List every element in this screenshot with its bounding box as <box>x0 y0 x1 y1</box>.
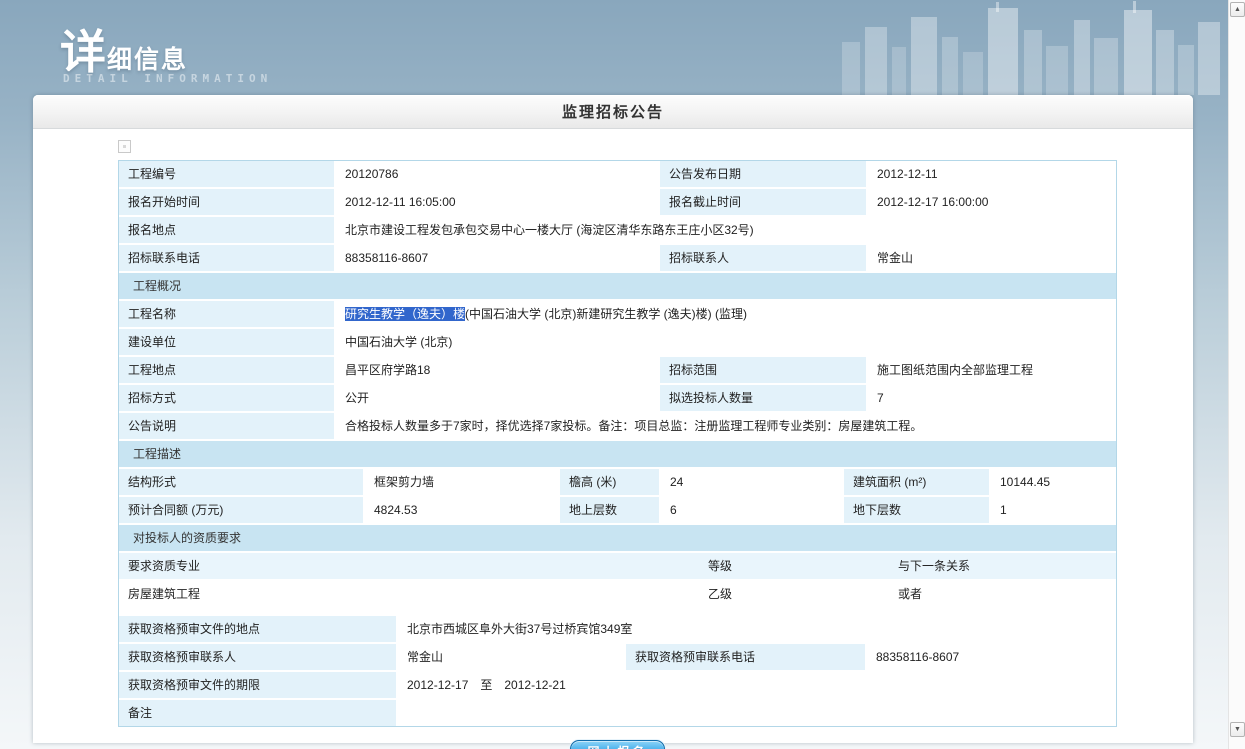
label-remarks: 备注 <box>119 700 396 726</box>
value-floor-area: 10144.45 <box>991 469 1116 495</box>
selected-text: 研究生教学（逸夫）楼 <box>345 307 465 321</box>
table-row: 建设单位 中国石油大学 (北京) <box>119 329 1116 355</box>
value-signup-deadline: 2012-12-17 16:00:00 <box>868 189 1116 215</box>
table-row: 工程地点 昌平区府学路18 招标范围 施工图纸范围内全部监理工程 <box>119 357 1116 383</box>
table-row: 报名地点 北京市建设工程发包承包交易中心一楼大厅 (海淀区清华东路东王庄小区32… <box>119 217 1116 243</box>
column-header-grade: 等级 <box>699 553 889 579</box>
value-floors-below: 1 <box>991 497 1116 523</box>
section-header-overview: 工程概况 <box>119 273 1116 299</box>
table-row: 公告说明 合格投标人数量多于7家时，择优选择7家投标。备注：项目总监：注册监理工… <box>119 413 1116 439</box>
value-tender-method: 公开 <box>336 385 658 411</box>
value-project-location: 昌平区府学路18 <box>336 357 658 383</box>
broken-image-placeholder-icon <box>118 140 131 153</box>
content-card: 监理招标公告 工程编号 20120786 公告发布日期 2012-12-11 报… <box>33 95 1193 743</box>
value-qualification-specialty: 房屋建筑工程 <box>119 581 699 607</box>
label-publish-date: 公告发布日期 <box>660 161 866 187</box>
table-row: 备注 <box>119 700 1116 726</box>
city-skyline-graphic <box>838 0 1228 95</box>
value-structure-type: 框架剪力墙 <box>365 469 558 495</box>
value-prequal-doc-location: 北京市西城区阜外大街37号过桥宾馆349室 <box>398 616 1116 642</box>
table-row: 报名开始时间 2012-12-11 16:05:00 报名截止时间 2012-1… <box>119 189 1116 215</box>
value-prequal-period: 2012-12-17 至 2012-12-21 <box>398 672 1116 698</box>
value-prequal-phone: 88358116-8607 <box>867 644 1116 670</box>
table-row: 预计合同额 (万元) 4824.53 地上层数 6 地下层数 1 <box>119 497 1116 523</box>
row-spacer <box>119 609 1116 616</box>
value-signup-location: 北京市建设工程发包承包交易中心一楼大厅 (海淀区清华东路东王庄小区32号) <box>336 217 1116 243</box>
label-signup-location: 报名地点 <box>119 217 334 243</box>
value-tender-contact: 常金山 <box>868 245 1116 271</box>
chevron-up-icon: ▲ <box>1234 6 1241 13</box>
label-tender-method: 招标方式 <box>119 385 334 411</box>
label-project-name: 工程名称 <box>119 301 334 327</box>
value-bidder-count: 7 <box>868 385 1116 411</box>
label-contract-amount: 预计合同额 (万元) <box>119 497 363 523</box>
label-eave-height: 檐高 (米) <box>560 469 659 495</box>
label-structure-type: 结构形式 <box>119 469 363 495</box>
label-project-number: 工程编号 <box>119 161 334 187</box>
page-header: 详细信息 DETAIL INFORMATION <box>0 0 1228 95</box>
value-floors-above: 6 <box>661 497 842 523</box>
button-area: 网上报名 <box>118 740 1117 749</box>
value-project-name: 研究生教学（逸夫）楼(中国石油大学 (北京)新建研究生教学 (逸夫)楼) (监理… <box>336 301 1116 327</box>
value-project-number: 20120786 <box>336 161 658 187</box>
value-relation: 或者 <box>889 581 1116 607</box>
scrollbar-up-button[interactable]: ▲ <box>1230 2 1245 17</box>
page-background: { "header": { "title_big": "详", "title_s… <box>0 0 1245 749</box>
label-tender-contact: 招标联系人 <box>660 245 866 271</box>
table-row: 获取资格预审文件的地点 北京市西城区阜外大街37号过桥宾馆349室 <box>119 616 1116 642</box>
label-bidder-count: 拟选投标人数量 <box>660 385 866 411</box>
section-header-description: 工程描述 <box>119 441 1116 467</box>
logo-text-big: 详 <box>60 26 107 78</box>
label-project-location: 工程地点 <box>119 357 334 383</box>
label-prequal-doc-location: 获取资格预审文件的地点 <box>119 616 396 642</box>
table-row: 工程名称 研究生教学（逸夫）楼(中国石油大学 (北京)新建研究生教学 (逸夫)楼… <box>119 301 1116 327</box>
label-tender-phone: 招标联系电话 <box>119 245 334 271</box>
column-header-qualification-specialty: 要求资质专业 <box>119 553 699 579</box>
value-contract-amount: 4824.53 <box>365 497 558 523</box>
scrollbar[interactable]: ▲ ▼ <box>1228 0 1245 749</box>
detail-table: 工程编号 20120786 公告发布日期 2012-12-11 报名开始时间 2… <box>118 160 1117 727</box>
value-remarks <box>398 700 1116 726</box>
label-floors-below: 地下层数 <box>844 497 989 523</box>
value-publish-date: 2012-12-11 <box>868 161 1116 187</box>
value-announcement-note: 合格投标人数量多于7家时，择优选择7家投标。备注：项目总监：注册监理工程师专业类… <box>336 413 1116 439</box>
label-prequal-phone: 获取资格预审联系电话 <box>626 644 865 670</box>
label-signup-start: 报名开始时间 <box>119 189 334 215</box>
label-signup-deadline: 报名截止时间 <box>660 189 866 215</box>
label-prequal-period: 获取资格预审文件的期限 <box>119 672 396 698</box>
table-row: 工程编号 20120786 公告发布日期 2012-12-11 <box>119 161 1116 187</box>
label-floors-above: 地上层数 <box>560 497 659 523</box>
label-floor-area: 建筑面积 (m²) <box>844 469 989 495</box>
label-prequal-contact: 获取资格预审联系人 <box>119 644 396 670</box>
value-signup-start: 2012-12-11 16:05:00 <box>336 189 658 215</box>
table-row: 招标联系电话 88358116-8607 招标联系人 常金山 <box>119 245 1116 271</box>
value-grade: 乙级 <box>699 581 889 607</box>
page-title: 监理招标公告 <box>562 101 664 122</box>
value-eave-height: 24 <box>661 469 842 495</box>
table-row: 招标方式 公开 拟选投标人数量 7 <box>119 385 1116 411</box>
value-tender-phone: 88358116-8607 <box>336 245 658 271</box>
logo-text-small: 细信息 <box>107 46 188 74</box>
column-header-relation: 与下一条关系 <box>889 553 1116 579</box>
label-announcement-note: 公告说明 <box>119 413 334 439</box>
page-title-bar: 监理招标公告 <box>33 95 1193 129</box>
online-registration-button[interactable]: 网上报名 <box>570 740 664 749</box>
value-tender-scope: 施工图纸范围内全部监理工程 <box>868 357 1116 383</box>
scrollbar-down-button[interactable]: ▼ <box>1230 722 1245 737</box>
qualification-header-row: 要求资质专业 等级 与下一条关系 <box>119 553 1116 579</box>
table-row: 获取资格预审联系人 常金山 获取资格预审联系电话 88358116-8607 <box>119 644 1116 670</box>
logo-subtitle: DETAIL INFORMATION <box>63 72 272 85</box>
table-row: 结构形式 框架剪力墙 檐高 (米) 24 建筑面积 (m²) 10144.45 <box>119 469 1116 495</box>
card-body: 工程编号 20120786 公告发布日期 2012-12-11 报名开始时间 2… <box>33 129 1193 749</box>
table-row: 获取资格预审文件的期限 2012-12-17 至 2012-12-21 <box>119 672 1116 698</box>
value-construction-unit: 中国石油大学 (北京) <box>336 329 1116 355</box>
qualification-data-row: 房屋建筑工程 乙级 或者 <box>119 581 1116 607</box>
project-name-rest: (中国石油大学 (北京)新建研究生教学 (逸夫)楼) (监理) <box>465 307 747 321</box>
section-header-qualification: 对投标人的资质要求 <box>119 525 1116 551</box>
label-tender-scope: 招标范围 <box>660 357 866 383</box>
label-construction-unit: 建设单位 <box>119 329 334 355</box>
value-prequal-contact: 常金山 <box>398 644 624 670</box>
chevron-down-icon: ▼ <box>1234 726 1241 733</box>
